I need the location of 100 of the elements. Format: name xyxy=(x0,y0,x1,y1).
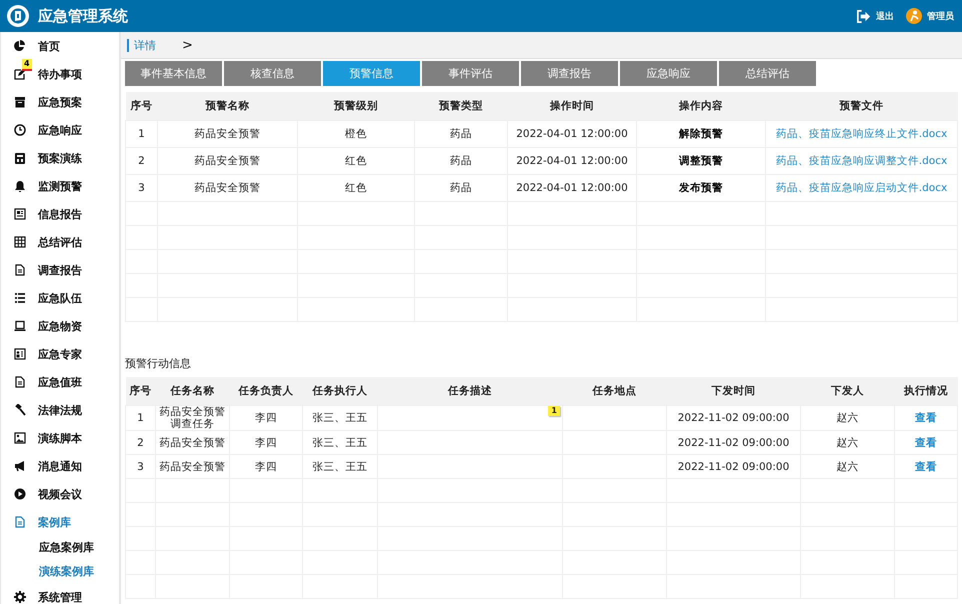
tab[interactable]: 事件评估 xyxy=(422,61,519,86)
sidebar-item[interactable]: 应急队伍 xyxy=(1,284,119,312)
id-card-icon xyxy=(14,348,26,360)
sidebar-label: 预案演练 xyxy=(38,150,82,166)
table-cell: 药品 xyxy=(414,148,508,174)
sidebar-item[interactable]: 预案演练 xyxy=(1,144,119,172)
table-cell: 药品安全预警 xyxy=(158,120,298,148)
table-cell: 李四 xyxy=(230,406,302,430)
column-header: 任务执行人 xyxy=(302,377,378,406)
count-badge: 4 xyxy=(22,59,32,71)
gavel-icon xyxy=(14,404,26,416)
sidebar-item[interactable]: 应急物资 xyxy=(1,312,119,340)
table-cell: 橙色 xyxy=(298,120,414,148)
sidebar-label: 消息通知 xyxy=(38,458,82,474)
sidebar-item[interactable]: 案例库 xyxy=(1,508,119,536)
sidebar-item[interactable]: 演练脚本 xyxy=(1,424,119,452)
tab[interactable]: 应急响应 xyxy=(620,61,717,86)
table-cell: 赵六 xyxy=(800,430,894,454)
table-cell: 药品安全预警 xyxy=(158,148,298,174)
tab[interactable]: 调查报告 xyxy=(521,61,618,86)
table-cell: 3 xyxy=(126,454,156,478)
play-icon xyxy=(14,488,26,500)
view-link[interactable]: 查看 xyxy=(915,412,937,424)
sidebar-item[interactable]: 应急值班 xyxy=(1,368,119,396)
sidebar-label: 首页 xyxy=(38,38,60,54)
logout-button[interactable]: 退出 xyxy=(856,8,894,24)
sidebar-label: 应急预案 xyxy=(38,94,82,110)
sidebar-label: 案例库 xyxy=(38,514,71,530)
table-cell: 李四 xyxy=(230,430,302,454)
pie-chart-icon xyxy=(14,40,26,52)
megaphone-icon xyxy=(14,460,26,472)
avatar-icon xyxy=(906,8,922,24)
table-cell: 3 xyxy=(126,174,158,202)
sidebar-label: 信息报告 xyxy=(38,206,82,222)
newspaper-icon xyxy=(14,208,26,220)
app-title: 应急管理系统 xyxy=(38,6,128,26)
table-cell: 药品 xyxy=(414,174,508,202)
column-header: 任务地点 xyxy=(562,377,666,406)
clock-icon xyxy=(14,124,26,136)
table-cell: 李四 xyxy=(230,454,302,478)
sidebar-item[interactable]: 首页 xyxy=(1,32,119,60)
sidebar-item[interactable]: 信息报告 xyxy=(1,200,119,228)
document-icon xyxy=(14,516,26,528)
sidebar-item[interactable]: 监测预警 xyxy=(1,172,119,200)
sidebar-label: 视频会议 xyxy=(38,486,82,502)
table-cell: 1 xyxy=(126,120,158,148)
table-cell: 药品安全预警 xyxy=(158,174,298,202)
column-header: 序号 xyxy=(126,377,156,406)
sidebar-item[interactable]: 调查报告 xyxy=(1,256,119,284)
exit-icon xyxy=(856,8,871,24)
table-cell: 1 xyxy=(126,406,156,430)
table-cell: 调整预警 xyxy=(636,148,766,174)
column-header: 下发时间 xyxy=(666,377,800,406)
sidebar-label: 法律法规 xyxy=(38,402,82,418)
tab[interactable]: 总结评估 xyxy=(719,61,816,86)
column-header: 任务负责人 xyxy=(230,377,302,406)
table-cell: 2022-11-02 09:00:00 xyxy=(666,454,800,478)
column-header: 预警名称 xyxy=(158,92,298,120)
table-cell: 2022-11-02 09:00:00 xyxy=(666,430,800,454)
column-header: 操作内容 xyxy=(636,92,766,120)
column-header: 下发人 xyxy=(800,377,894,406)
table-cell: 发布预警 xyxy=(636,174,766,202)
user-menu-button[interactable]: 管理员 xyxy=(906,8,954,24)
sidebar-label: 应急物资 xyxy=(38,318,82,334)
count-badge: 1 xyxy=(548,406,560,416)
table-cell: 药品安全预警 xyxy=(156,430,230,454)
table-cell: 解除预警 xyxy=(636,120,766,148)
sidebar-item[interactable]: 视频会议 xyxy=(1,480,119,508)
sidebar-item[interactable]: 法律法规 xyxy=(1,396,119,424)
breadcrumb-link[interactable]: 详情 xyxy=(127,38,156,52)
view-link[interactable]: 查看 xyxy=(915,436,937,448)
table-cell: 2022-04-01 12:00:00 xyxy=(508,174,636,202)
sidebar-label: 调查报告 xyxy=(38,262,82,278)
table-cell: 张三、王五 xyxy=(302,430,378,454)
laptop-icon xyxy=(14,320,26,332)
tab[interactable]: 事件基本信息 xyxy=(125,61,222,86)
tab[interactable]: 核查信息 xyxy=(224,61,321,86)
table-cell: 红色 xyxy=(298,148,414,174)
sidebar-item[interactable]: 4 待办事项 xyxy=(1,60,119,88)
column-header: 执行情况 xyxy=(894,377,958,406)
sidebar-item[interactable]: 应急预案 xyxy=(1,88,119,116)
submenu-item[interactable]: 演练案例库 xyxy=(1,560,119,583)
table-cell: 2022-04-01 12:00:00 xyxy=(508,120,636,148)
sidebar-item[interactable]: 应急专家 xyxy=(1,340,119,368)
sidebar-item[interactable]: 总结评估 xyxy=(1,228,119,256)
sidebar-item[interactable]: 系统管理 xyxy=(1,583,119,604)
sidebar-label: 演练脚本 xyxy=(38,430,82,446)
breadcrumb-separator: > xyxy=(182,38,193,52)
table-cell: 2 xyxy=(126,148,158,174)
image-icon xyxy=(14,432,26,444)
calculator-icon xyxy=(14,152,26,164)
settings-icon xyxy=(14,591,26,603)
sidebar-item[interactable]: 应急响应 xyxy=(1,116,119,144)
column-header: 操作时间 xyxy=(508,92,636,120)
bell-icon xyxy=(14,180,26,192)
submenu-item[interactable]: 应急案例库 xyxy=(1,536,119,560)
column-header: 序号 xyxy=(126,92,158,120)
view-link[interactable]: 查看 xyxy=(915,460,937,472)
sidebar-item[interactable]: 消息通知 xyxy=(1,452,119,480)
table-cell: 2022-04-01 12:00:00 xyxy=(508,148,636,174)
